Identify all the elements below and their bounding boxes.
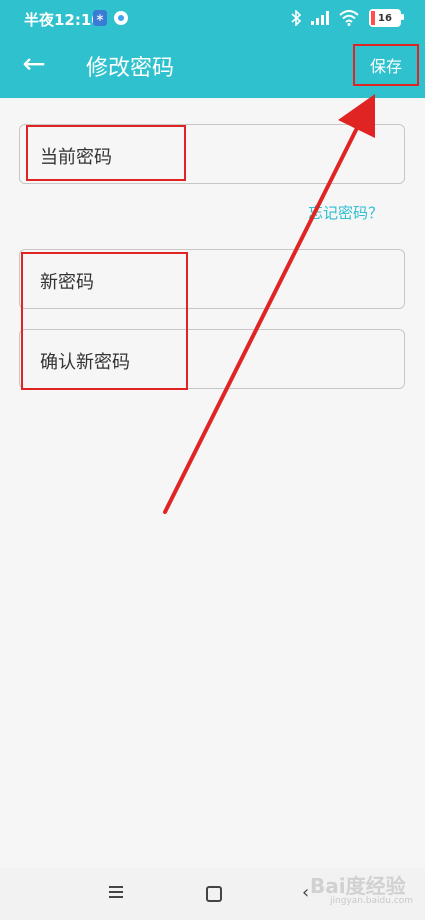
header: 半夜12:10 ∗ 16 ← 修改密码 保存 bbox=[0, 0, 425, 98]
status-bar: 半夜12:10 ∗ 16 bbox=[0, 0, 425, 36]
signal-icon bbox=[311, 11, 329, 25]
annotation-box-current bbox=[26, 125, 186, 181]
notification-dot-icon bbox=[114, 11, 128, 25]
bluetooth-icon bbox=[291, 10, 301, 26]
page-title: 修改密码 bbox=[86, 56, 175, 81]
save-button[interactable]: 保存 bbox=[353, 44, 419, 86]
battery-fill bbox=[371, 11, 376, 25]
forgot-password-link[interactable]: 忘记密码？ bbox=[308, 202, 383, 223]
app-bar: ← 修改密码 保存 bbox=[0, 36, 425, 98]
status-icons: 16 bbox=[291, 8, 404, 28]
menu-icon[interactable] bbox=[109, 886, 123, 901]
back-icon[interactable]: ‹ bbox=[302, 882, 309, 903]
home-icon[interactable] bbox=[206, 886, 222, 902]
notification-badge-icon: ∗ bbox=[93, 10, 107, 26]
annotation-box-new bbox=[21, 252, 188, 390]
watermark-url: jingyan.baidu.com bbox=[330, 896, 414, 906]
wifi-icon bbox=[339, 10, 359, 26]
status-time: 半夜12:10 bbox=[24, 11, 102, 29]
watermark: Bai度经验 bbox=[310, 874, 406, 898]
battery-level: 16 bbox=[378, 12, 392, 24]
back-arrow-icon[interactable]: ← bbox=[20, 50, 48, 78]
battery-icon: 16 bbox=[369, 9, 404, 27]
